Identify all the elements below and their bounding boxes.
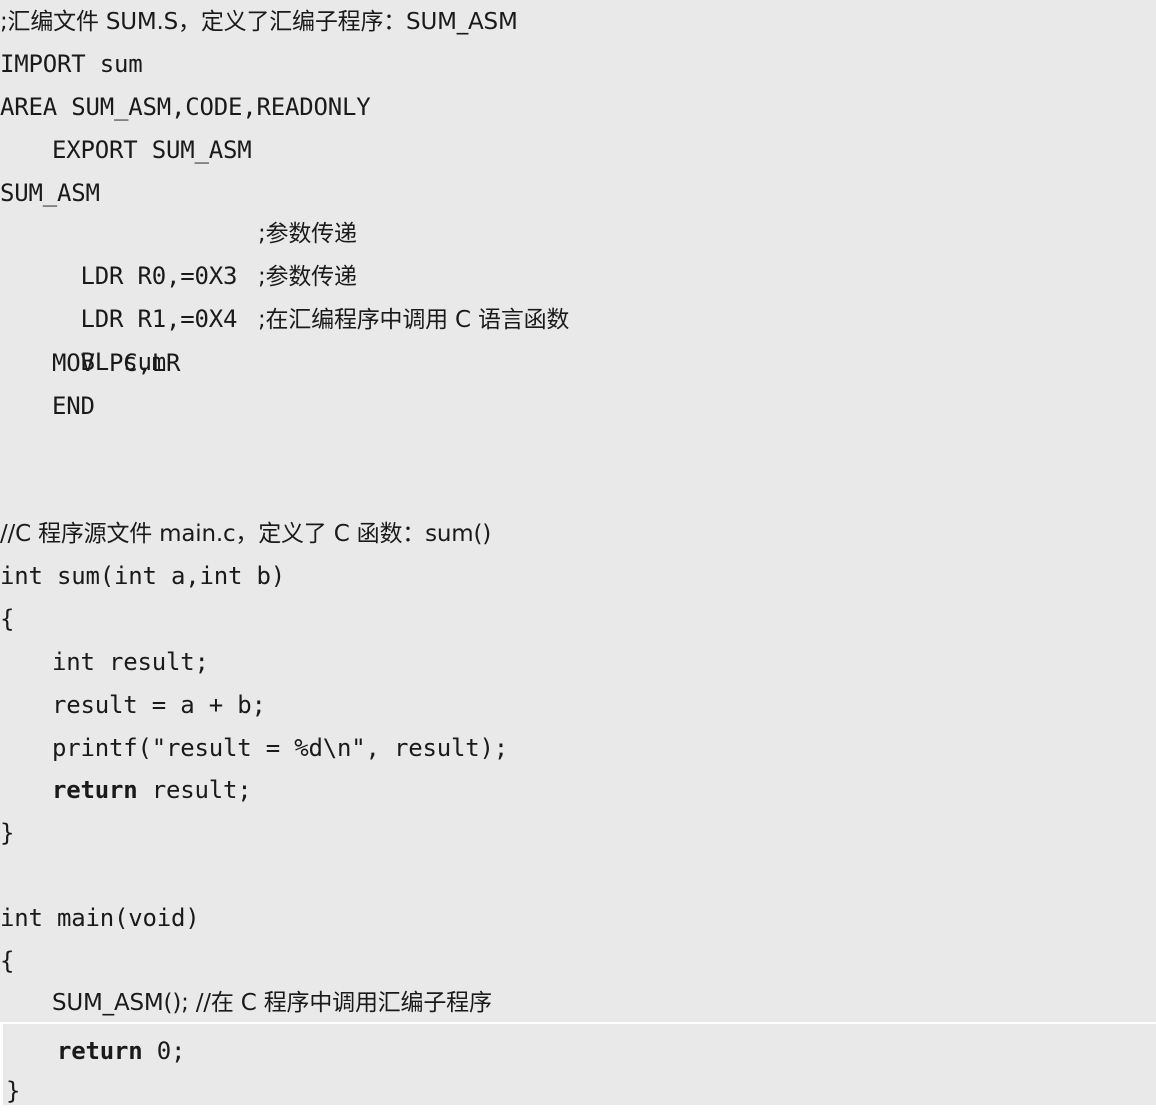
code-text: SUM_ASM(); //在 C 程序中调用汇编子程序: [52, 990, 492, 1016]
code-line-main-close-brace: }: [6, 1077, 21, 1105]
code-line-mov: MOV PC,LR: [52, 349, 181, 377]
code-line-declare-result: int result;: [52, 648, 209, 676]
keyword-return: return: [52, 776, 138, 804]
inline-comment: ;参数传递: [258, 264, 357, 290]
code-line-main-signature: int main(void): [0, 904, 200, 932]
code-line-export: EXPORT SUM_ASM: [52, 136, 252, 164]
inline-comment: ;在汇编程序中调用 C 语言函数: [258, 307, 570, 333]
code-line-close-brace: }: [0, 819, 15, 847]
code-text: 0;: [142, 1037, 186, 1065]
code-line-call-sum-asm: SUM_ASM(); //在 C 程序中调用汇编子程序: [0, 981, 492, 1023]
code-line-import: IMPORT sum: [0, 50, 143, 78]
c-header-comment: //C 程序源文件 main.c，定义了 C 函数：sum(): [0, 512, 491, 554]
asm-header-comment: ;汇编文件 SUM.S，定义了汇编子程序：SUM_ASM: [0, 0, 518, 42]
code-line-bl-sum: BL sum ;在汇编程序中调用 C 语言函数: [0, 299, 1152, 376]
code-text: result;: [137, 776, 252, 804]
code-line-area: AREA SUM_ASM,CODE,READONLY: [0, 93, 371, 121]
code-line-return-zero: return 0;: [0, 1030, 185, 1072]
code-line-assign-result: result = a + b;: [52, 691, 266, 719]
code-line-sum-signature: int sum(int a,int b): [0, 562, 285, 590]
code-line-ldr-r0: LDR R0,=0X3 ;参数传递: [0, 213, 1152, 290]
code-line-open-brace: {: [0, 605, 15, 633]
code-line-label-sum-asm: SUM_ASM: [0, 179, 100, 207]
code-line-end: END: [52, 392, 95, 420]
comment-text: //C 程序源文件 main.c，定义了 C 函数：sum(): [0, 521, 491, 547]
comment-text: ;汇编文件 SUM.S，定义了汇编子程序：SUM_ASM: [0, 9, 518, 35]
code-line-main-open-brace: {: [0, 947, 15, 975]
code-line-return-result: return result;: [0, 769, 252, 811]
code-line-ldr-r1: LDR R1,=0X4 ;参数传递: [0, 256, 1152, 333]
inline-comment: ;参数传递: [258, 221, 357, 247]
code-line-printf: printf("result = %d\n", result);: [52, 734, 508, 762]
keyword-return: return: [57, 1037, 143, 1065]
